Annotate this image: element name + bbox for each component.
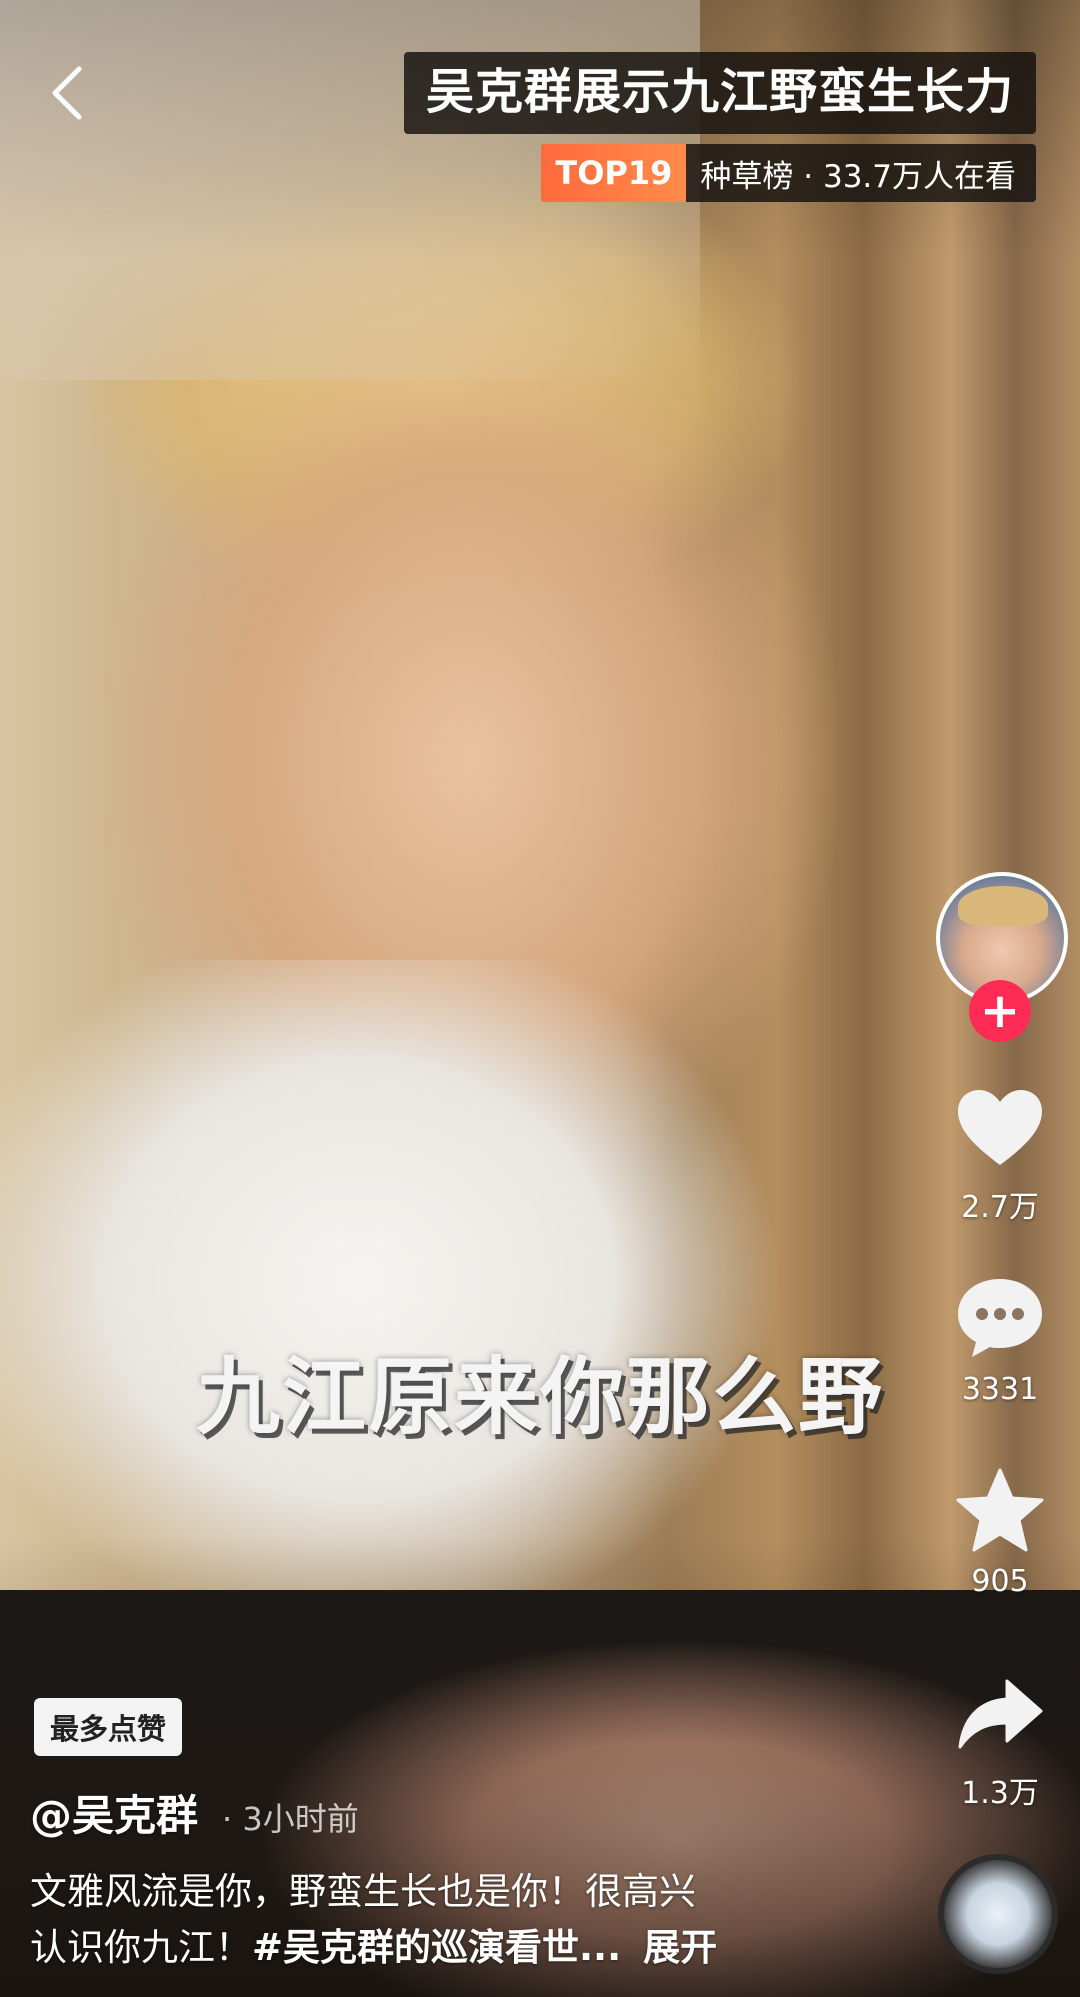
star-icon bbox=[956, 1468, 1044, 1552]
hot-list-banner[interactable]: TOP19 种草榜 · 33.7万人在看 bbox=[541, 144, 1036, 202]
favorite-count: 905 bbox=[971, 1564, 1029, 1599]
chevron-left-icon bbox=[52, 66, 82, 120]
like-count: 2.7万 bbox=[961, 1190, 1039, 1225]
share-arrow-icon bbox=[958, 1679, 1043, 1749]
description-text: 认识你九江！ bbox=[30, 1926, 252, 1969]
comment-button[interactable]: 3331 bbox=[935, 1268, 1065, 1407]
hot-list-text: 种草榜 · 33.7万人在看 bbox=[700, 158, 1016, 195]
description-line-2: 认识你九江！#吴克群的巡演看世... 展开 bbox=[30, 1920, 850, 1976]
like-button[interactable]: 2.7万 bbox=[935, 1078, 1065, 1226]
music-disc[interactable] bbox=[938, 1854, 1058, 1974]
video-subject-shirt bbox=[0, 960, 780, 1600]
favorite-button[interactable]: 905 bbox=[935, 1460, 1065, 1599]
video-title[interactable]: 吴克群展示九江野蛮生长力 bbox=[403, 52, 1036, 134]
plus-icon: + bbox=[979, 983, 1021, 1039]
avatar-hair bbox=[958, 886, 1048, 926]
hashtag-link[interactable]: #吴克群的巡演看世... bbox=[252, 1926, 621, 1969]
follow-button[interactable]: + bbox=[969, 980, 1031, 1042]
expand-button[interactable]: 展开 bbox=[643, 1926, 717, 1969]
comment-icon bbox=[958, 1279, 1042, 1357]
share-count: 1.3万 bbox=[961, 1776, 1039, 1811]
hot-rank-badge: TOP19 bbox=[541, 144, 687, 202]
video-description[interactable]: 文雅风流是你，野蛮生长也是你！很高兴 认识你九江！#吴克群的巡演看世... 展开 bbox=[30, 1864, 850, 1976]
author-name[interactable]: @吴克群 bbox=[30, 1782, 198, 1843]
most-liked-tag: 最多点赞 bbox=[34, 1698, 183, 1756]
share-button[interactable]: 1.3万 bbox=[935, 1664, 1065, 1812]
heart-icon bbox=[958, 1090, 1042, 1165]
post-time: · 3小时前 bbox=[222, 1800, 359, 1838]
back-button[interactable] bbox=[36, 58, 96, 128]
author-line: @吴克群 · 3小时前 bbox=[30, 1782, 359, 1843]
description-line-1: 文雅风流是你，野蛮生长也是你！很高兴 bbox=[30, 1870, 696, 1913]
comment-count: 3331 bbox=[961, 1372, 1039, 1407]
video-caption: 九江原来你那么野 bbox=[195, 1348, 884, 1446]
